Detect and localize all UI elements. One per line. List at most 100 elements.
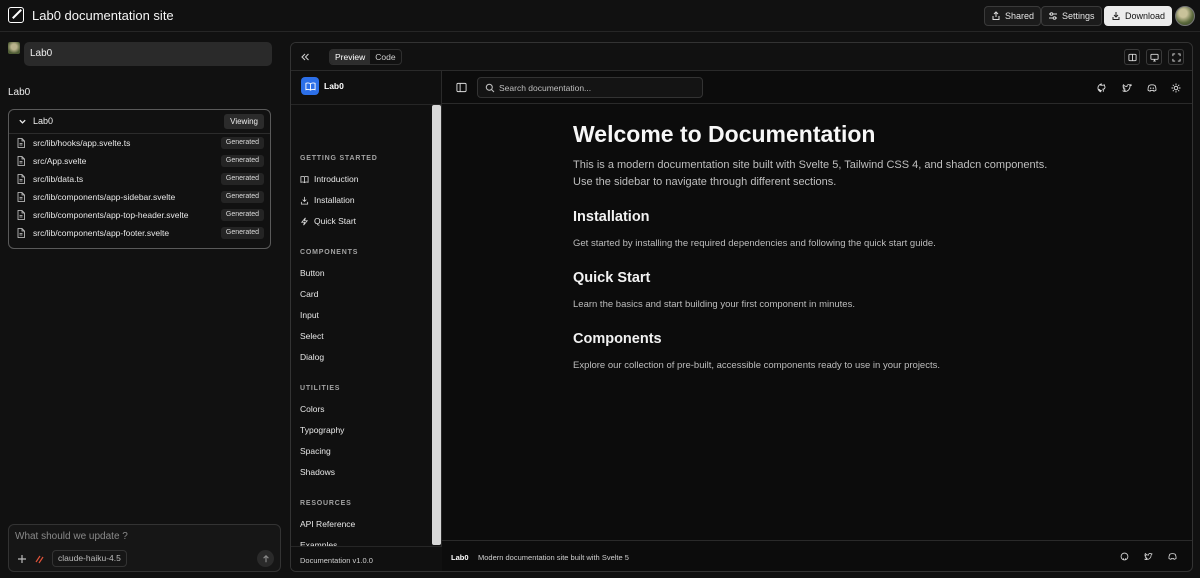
app-logo-icon[interactable]	[8, 7, 24, 23]
docs-logo[interactable]	[301, 77, 319, 95]
twitter-icon[interactable]	[1144, 552, 1153, 561]
docs-site-name: Lab0	[324, 81, 344, 91]
file-icon	[17, 228, 25, 238]
plus-icon[interactable]	[17, 554, 27, 564]
desktop-view-button[interactable]	[1146, 49, 1162, 65]
file-path: src/lib/components/app-top-header.svelte	[33, 210, 189, 220]
discord-icon[interactable]	[1147, 83, 1157, 93]
nav-item-shadows[interactable]: Shadows	[300, 467, 335, 477]
section-text: Get started by installing the required d…	[573, 238, 936, 249]
shared-button[interactable]: Shared	[984, 6, 1042, 26]
generated-badge: Generated	[220, 209, 264, 221]
docs-header: Search documentation...	[442, 71, 1192, 104]
twitter-icon[interactable]	[1122, 83, 1132, 93]
generated-badge: Generated	[220, 191, 264, 203]
docs-sidebar-footer: Documentation v1.0.0	[291, 546, 442, 571]
nav-item-label: Installation	[314, 195, 355, 205]
nav-item-quick-start[interactable]: Quick Start	[300, 216, 356, 226]
download-icon	[300, 196, 309, 205]
nav-item-label: Input	[300, 310, 319, 320]
chat-composer[interactable]: What should we update ? claude-haiku-4.5	[8, 524, 281, 572]
split-view-button[interactable]	[1124, 49, 1140, 65]
file-path: src/lib/components/app-footer.svelte	[33, 228, 170, 238]
docs-footer: Lab0 Modern documentation site built wit…	[442, 540, 1192, 571]
file-row[interactable]: src/lib/hooks/app.svelte.ts Generated	[9, 134, 270, 152]
model-selector[interactable]: claude-haiku-4.5	[52, 550, 127, 567]
nav-item-introduction[interactable]: Introduction	[300, 174, 358, 184]
nav-group-title: COMPONENTS	[300, 249, 359, 256]
settings-button[interactable]: Settings	[1041, 6, 1102, 26]
user-avatar[interactable]	[1175, 6, 1195, 26]
nav-item-dialog[interactable]: Dialog	[300, 352, 324, 362]
nav-item-label: API Reference	[300, 519, 356, 529]
file-row[interactable]: src/lib/components/app-sidebar.svelte Gen…	[9, 188, 270, 206]
divider	[291, 104, 442, 105]
nav-item-label: Button	[300, 268, 325, 278]
download-icon	[1112, 12, 1120, 20]
file-icon	[17, 156, 25, 166]
chevron-down-icon[interactable]	[18, 117, 27, 126]
app-title: Lab0 documentation site	[32, 8, 174, 23]
sidebar-scrollbar[interactable]	[432, 105, 441, 545]
preview-toolbar: Preview Code	[291, 43, 1192, 71]
sun-icon[interactable]	[1171, 83, 1181, 93]
prompt-input[interactable]: What should we update ?	[15, 531, 128, 542]
nav-item-label: Select	[300, 331, 324, 341]
nav-item-api-reference[interactable]: API Reference	[300, 519, 355, 529]
send-button[interactable]	[257, 550, 274, 567]
generated-badge: Generated	[220, 227, 264, 239]
nav-item-button[interactable]: Button	[300, 268, 325, 278]
download-button[interactable]: Download	[1104, 6, 1173, 26]
download-label: Download	[1125, 11, 1166, 21]
search-placeholder: Search documentation...	[499, 83, 592, 93]
fullscreen-button[interactable]	[1168, 49, 1184, 65]
nav-item-select[interactable]: Select	[300, 331, 324, 341]
file-row[interactable]: src/lib/components/app-footer.svelte Gene…	[9, 224, 270, 242]
footer-text: Modern documentation site built with Sve…	[478, 553, 629, 562]
nav-item-label: Introduction	[314, 174, 359, 184]
file-path: src/lib/data.ts	[33, 174, 84, 184]
generated-badge: Generated	[220, 155, 264, 167]
github-icon[interactable]	[1097, 83, 1107, 93]
docs-search[interactable]: Search documentation...	[477, 77, 703, 98]
section-heading: Components	[573, 331, 662, 347]
discord-icon[interactable]	[1168, 552, 1177, 561]
user-message: Lab0	[24, 42, 272, 66]
expand-icon	[1171, 52, 1181, 62]
file-icon	[17, 210, 25, 220]
viewing-badge[interactable]: Viewing	[224, 114, 264, 129]
nav-item-installation[interactable]: Installation	[300, 195, 355, 205]
file-icon	[17, 138, 25, 148]
github-icon[interactable]	[1120, 552, 1129, 561]
sidebar-toggle-icon[interactable]	[456, 82, 467, 93]
nav-item-label: Spacing	[300, 446, 331, 456]
share-icon	[992, 11, 1000, 20]
file-row[interactable]: src/lib/components/app-top-header.svelte…	[9, 206, 270, 224]
generated-badge: Generated	[220, 137, 264, 149]
file-icon	[17, 192, 25, 202]
tab-code[interactable]: Code	[370, 50, 400, 64]
file-row[interactable]: src/App.svelte Generated	[9, 152, 270, 170]
search-icon	[485, 83, 495, 93]
slash-tools-icon[interactable]	[34, 554, 44, 564]
collapse-icon[interactable]	[300, 52, 310, 62]
message-avatar	[8, 42, 20, 54]
nav-group-title: RESOURCES	[300, 500, 352, 507]
nav-group-title: UTILITIES	[300, 385, 341, 392]
nav-item-input[interactable]: Input	[300, 310, 319, 320]
file-row[interactable]: src/lib/data.ts Generated	[9, 170, 270, 188]
preview-frame: Preview Code Lab0 GETTING STARTED Introdu…	[290, 42, 1193, 572]
nav-item-label: Dialog	[300, 352, 325, 362]
tab-preview[interactable]: Preview	[330, 50, 371, 64]
nav-item-label: Quick Start	[314, 216, 357, 226]
nav-item-card[interactable]: Card	[300, 289, 318, 299]
nav-item-spacing[interactable]: Spacing	[300, 446, 331, 456]
files-panel-name: Lab0	[33, 116, 54, 126]
page-lead: This is a modern documentation site buil…	[573, 159, 1048, 188]
file-path: src/lib/components/app-sidebar.svelte	[33, 192, 176, 202]
nav-item-colors[interactable]: Colors	[300, 404, 325, 414]
files-panel-header[interactable]: Lab0 Viewing	[9, 110, 270, 134]
section-heading: Installation	[573, 209, 650, 225]
nav-item-label: Card	[300, 289, 319, 299]
nav-item-typography[interactable]: Typography	[300, 425, 344, 435]
